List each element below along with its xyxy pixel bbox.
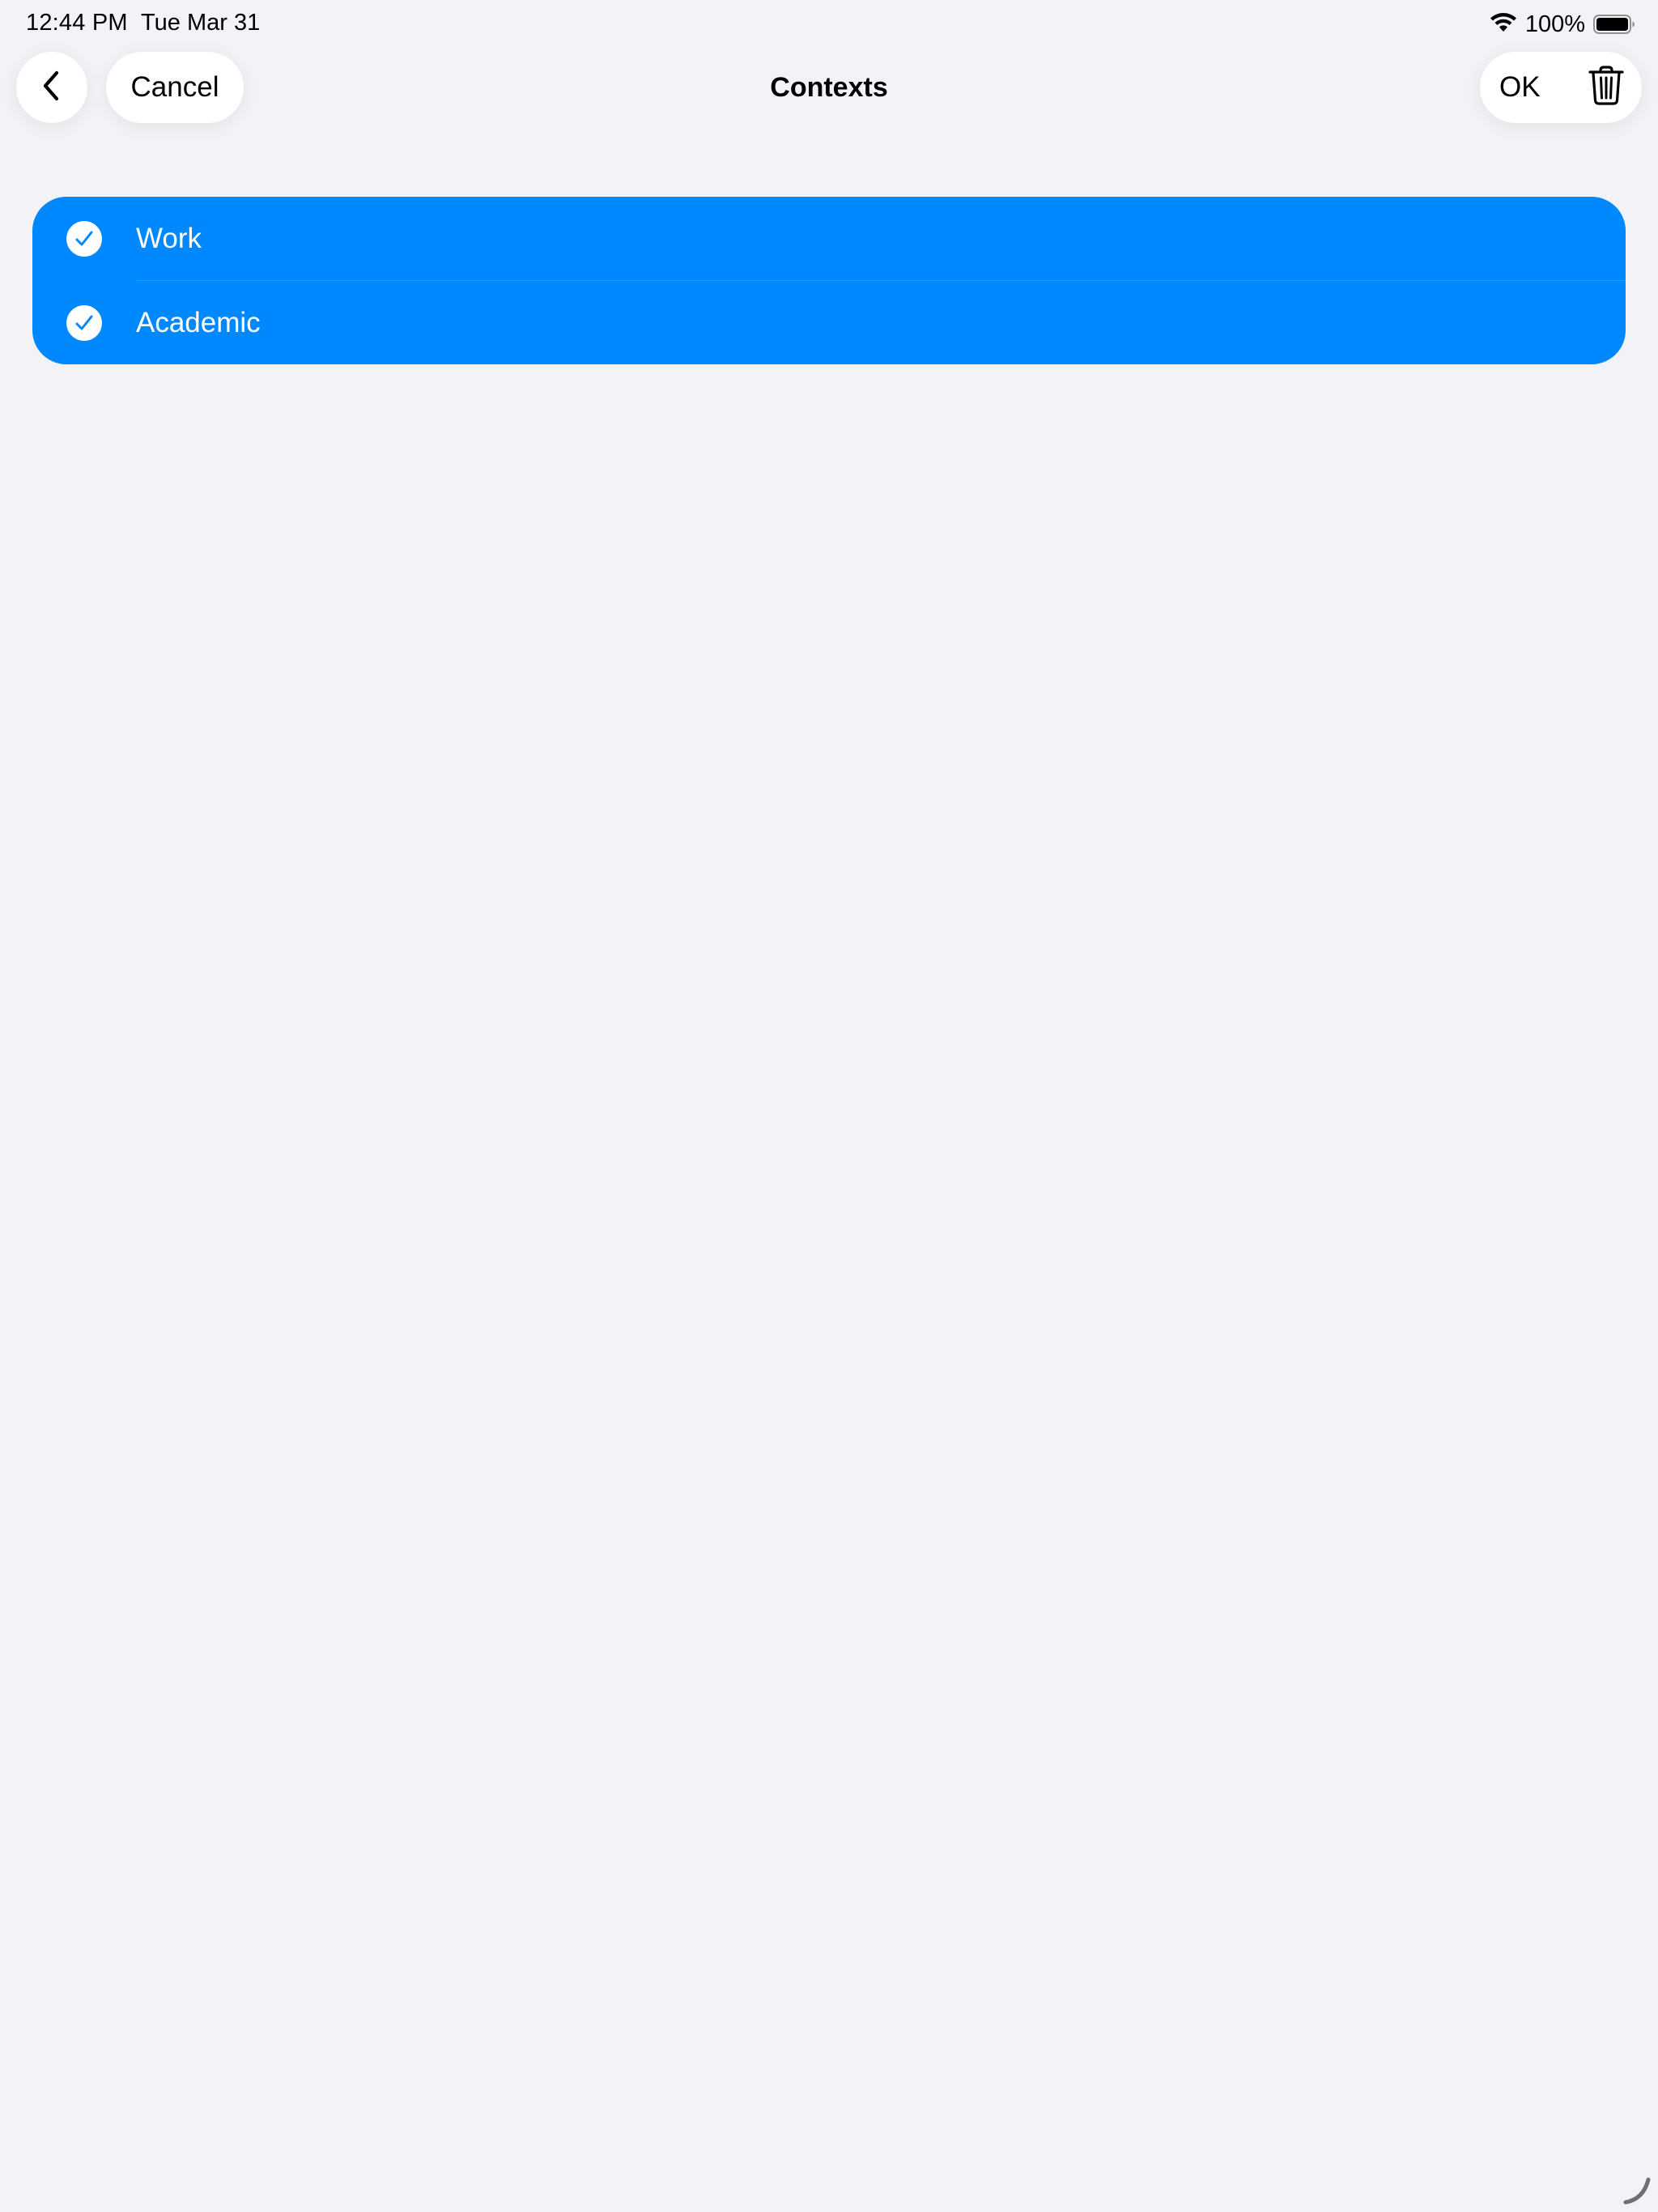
status-bar: 12:44 PM Tue Mar 31 100% [0, 0, 1658, 50]
cancel-button[interactable]: Cancel [106, 52, 244, 123]
nav-actions-group: OK [1480, 52, 1642, 123]
resize-grabber-icon[interactable] [1621, 2175, 1653, 2207]
status-indicators: 100% [1490, 10, 1635, 39]
back-button[interactable] [16, 52, 87, 123]
checkmark-circle-icon [66, 221, 102, 257]
checkmark-circle-icon [66, 305, 102, 341]
list-item-work[interactable]: Work [32, 197, 1626, 281]
status-date: Tue Mar 31 [141, 10, 261, 36]
list-item-academic[interactable]: Academic [32, 281, 1626, 364]
ok-button[interactable]: OK [1499, 52, 1541, 123]
page-title: Contexts [770, 72, 888, 103]
chevron-left-icon [40, 70, 64, 106]
list-item-label: Work [136, 223, 202, 254]
battery-percent: 100% [1524, 11, 1585, 37]
list-item-label: Academic [136, 307, 261, 338]
delete-button[interactable] [1584, 65, 1629, 110]
battery-full-icon [1593, 15, 1635, 34]
contexts-list: Work Academic [32, 197, 1626, 364]
wifi-icon [1490, 12, 1517, 37]
trash-icon [1588, 65, 1624, 110]
status-time: 12:44 PM [26, 10, 128, 36]
